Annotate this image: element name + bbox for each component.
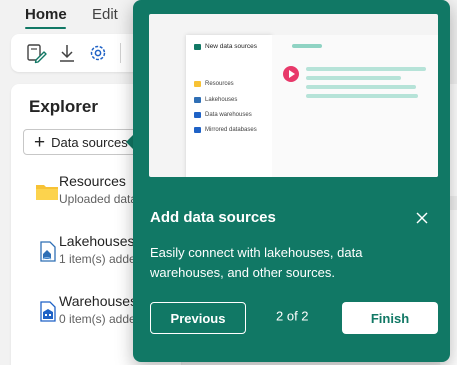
notebook-edit-button[interactable] xyxy=(24,41,48,65)
warehouse-icon xyxy=(194,112,201,118)
illustration-row-label: Data warehouses xyxy=(205,112,252,118)
previous-button[interactable]: Previous xyxy=(150,302,246,334)
illustration-row: Resources xyxy=(194,81,234,87)
teaching-popover: New data sources Resources Lakehouses Da… xyxy=(133,0,450,362)
lakehouse-icon xyxy=(40,241,56,262)
folder-icon xyxy=(194,81,201,87)
explorer-item-name: Lakehouses xyxy=(59,233,135,249)
plus-icon: + xyxy=(34,131,46,153)
explorer-item-name: Warehouses xyxy=(59,293,138,309)
explorer-item-subtitle: 1 item(s) added xyxy=(59,252,135,266)
illustration-row-label: Resources xyxy=(205,81,234,87)
illustration-panel-title: New data sources xyxy=(205,43,258,50)
toolbar-divider xyxy=(120,43,121,63)
tab-edit[interactable]: Edit xyxy=(92,6,118,23)
popover-body-text: Easily connect with lakehouses, data war… xyxy=(150,245,363,280)
illustration-panel-header: New data sources xyxy=(194,43,257,50)
settings-gear-icon xyxy=(90,45,106,61)
warehouse-icon xyxy=(40,301,56,322)
selected-tab-indicator xyxy=(25,27,66,29)
check-icon xyxy=(194,43,201,50)
add-data-sources-button[interactable]: + Data sources xyxy=(23,129,139,155)
popover-illustration: New data sources Resources Lakehouses Da… xyxy=(149,14,438,177)
database-icon xyxy=(194,127,201,133)
illustration-text-bar xyxy=(306,85,416,89)
illustration-row-label: Mirrored databases xyxy=(205,127,257,133)
folder-icon xyxy=(36,185,58,200)
download-icon xyxy=(60,45,74,62)
illustration-text-bar xyxy=(306,67,426,71)
lakehouse-icon xyxy=(194,97,201,103)
explorer-title: Explorer xyxy=(29,97,98,116)
illustration-heading-bar xyxy=(292,44,322,48)
finish-button[interactable]: Finish xyxy=(342,302,438,334)
explorer-item-subtitle: Uploaded data xyxy=(59,192,135,206)
tab-home[interactable]: Home xyxy=(25,6,67,23)
step-counter: 2 of 2 xyxy=(276,308,309,324)
notebook-edit-icon xyxy=(27,44,47,64)
illustration-row-label: Lakehouses xyxy=(205,97,238,103)
explorer-item-subtitle: 0 item(s) added xyxy=(59,312,135,326)
close-button[interactable] xyxy=(413,209,431,227)
play-icon xyxy=(283,66,299,82)
illustration-text-bar xyxy=(306,94,418,98)
illustration-content-area xyxy=(272,35,438,177)
illustration-row: Data warehouses xyxy=(194,112,252,118)
illustration-row: Mirrored databases xyxy=(194,127,257,133)
close-icon xyxy=(416,212,428,224)
illustration-text-bar xyxy=(306,76,401,80)
popover-title: Add data sources xyxy=(150,209,276,226)
settings-button[interactable] xyxy=(86,41,110,65)
explorer-item-name: Resources xyxy=(59,173,126,189)
add-data-sources-label: Data sources xyxy=(51,134,128,150)
illustration-row: Lakehouses xyxy=(194,97,237,103)
download-button[interactable] xyxy=(55,41,79,65)
illustration-side-panel: New data sources Resources Lakehouses Da… xyxy=(186,35,272,177)
